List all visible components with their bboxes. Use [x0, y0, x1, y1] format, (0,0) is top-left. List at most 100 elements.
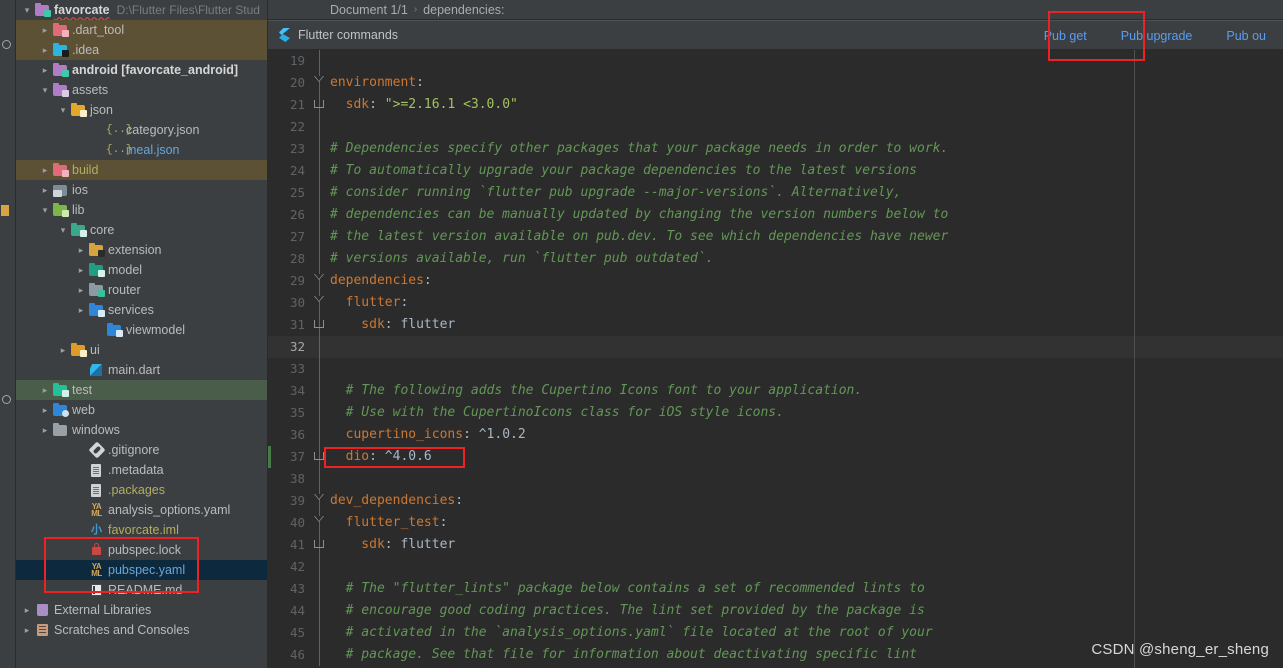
code-line-30[interactable]: 30 flutter:: [268, 292, 1283, 314]
fold-gutter[interactable]: [312, 72, 328, 94]
code-text[interactable]: [328, 358, 1283, 380]
code-line-39[interactable]: 39 dev_dependencies:: [268, 490, 1283, 512]
tree-item-gitignore[interactable]: .gitignore: [16, 440, 267, 460]
chevron-right-icon[interactable]: ▸: [74, 305, 88, 315]
code-text[interactable]: # versions available, run `flutter pub o…: [328, 248, 1283, 270]
code-line-19[interactable]: 19: [268, 50, 1283, 72]
left-tool-strip[interactable]: Structure Resource Manager: [0, 0, 16, 668]
pub-action-pub-upgrade[interactable]: Pub upgrade: [1104, 21, 1210, 51]
pub-action-links[interactable]: Pub get Pub upgrade Pub ou: [1027, 21, 1283, 51]
code-line-23[interactable]: 23 # Dependencies specify other packages …: [268, 138, 1283, 160]
code-line-25[interactable]: 25 # consider running `flutter pub upgrad…: [268, 182, 1283, 204]
code-text[interactable]: dio: ^4.0.6: [328, 446, 1283, 468]
tree-item-category-json[interactable]: {..} category.json: [16, 120, 267, 140]
tree-item-web[interactable]: ▸ web: [16, 400, 267, 420]
code-line-35[interactable]: 35 # Use with the CupertinoIcons class f…: [268, 402, 1283, 424]
code-text[interactable]: # To automatically upgrade your package …: [328, 160, 1283, 182]
fold-gutter[interactable]: [312, 336, 328, 358]
chevron-right-icon[interactable]: ▸: [38, 165, 52, 175]
fold-gutter[interactable]: [312, 314, 328, 336]
tree-item-analysis-options-yaml[interactable]: YA ML analysis_options.yaml: [16, 500, 267, 520]
fold-gutter[interactable]: [312, 270, 328, 292]
fold-gutter[interactable]: [312, 380, 328, 402]
tree-item-model[interactable]: ▸ model: [16, 260, 267, 280]
fold-collapse-icon[interactable]: [314, 274, 324, 280]
pub-action-pub-ou[interactable]: Pub ou: [1209, 21, 1283, 51]
code-line-41[interactable]: 41 sdk: flutter: [268, 534, 1283, 556]
fold-gutter[interactable]: [312, 94, 328, 116]
fold-collapse-icon[interactable]: [314, 296, 324, 302]
fold-gutter[interactable]: [312, 160, 328, 182]
favorites-icon[interactable]: [1, 205, 9, 216]
breadcrumb-document[interactable]: Document 1/1: [330, 3, 408, 17]
code-text[interactable]: sdk: flutter: [328, 314, 1283, 336]
chevron-right-icon[interactable]: ▸: [74, 245, 88, 255]
code-text[interactable]: dev_dependencies:: [328, 490, 1283, 512]
fold-gutter[interactable]: [312, 600, 328, 622]
tree-item-idea[interactable]: ▸ .idea: [16, 40, 267, 60]
fold-end-icon[interactable]: [314, 540, 324, 548]
chevron-down-icon[interactable]: ▾: [56, 105, 70, 115]
code-line-24[interactable]: 24 # To automatically upgrade your packag…: [268, 160, 1283, 182]
code-line-27[interactable]: 27 # the latest version available on pub.…: [268, 226, 1283, 248]
tree-item-dart-tool[interactable]: ▸ .dart_tool: [16, 20, 267, 40]
code-text[interactable]: # Use with the CupertinoIcons class for …: [328, 402, 1283, 424]
fold-gutter[interactable]: [312, 358, 328, 380]
chevron-right-icon[interactable]: ▸: [38, 405, 52, 415]
chevron-right-icon[interactable]: ▸: [38, 25, 52, 35]
tree-item-viewmodel[interactable]: viewmodel: [16, 320, 267, 340]
tree-item-ios[interactable]: ▸ ios: [16, 180, 267, 200]
fold-gutter[interactable]: [312, 292, 328, 314]
code-line-40[interactable]: 40 flutter_test:: [268, 512, 1283, 534]
breadcrumb-node[interactable]: dependencies:: [423, 3, 504, 17]
fold-collapse-icon[interactable]: [314, 494, 324, 500]
fold-gutter[interactable]: [312, 248, 328, 270]
code-text[interactable]: dependencies:: [328, 270, 1283, 292]
tree-item-lib[interactable]: ▾ lib: [16, 200, 267, 220]
fold-end-icon[interactable]: [314, 320, 324, 328]
project-tree-panel[interactable]: ▾ favorcate D:\Flutter Files\Flutter Stud ▸…: [16, 0, 268, 668]
code-line-22[interactable]: 22: [268, 116, 1283, 138]
code-line-26[interactable]: 26 # dependencies can be manually updated…: [268, 204, 1283, 226]
fold-collapse-icon[interactable]: [314, 76, 324, 82]
tree-item-json[interactable]: ▾ json: [16, 100, 267, 120]
tree-item-scratches-and-consoles[interactable]: ▸ Scratches and Consoles: [16, 620, 267, 640]
chevron-right-icon[interactable]: ▸: [74, 285, 88, 295]
code-text[interactable]: [328, 116, 1283, 138]
chevron-down-icon[interactable]: ▾: [20, 5, 34, 15]
tree-item-favorcate-iml[interactable]: 小 favorcate.iml: [16, 520, 267, 540]
code-text[interactable]: # The following adds the Cupertino Icons…: [328, 380, 1283, 402]
code-text[interactable]: [328, 468, 1283, 490]
pub-action-pub-get[interactable]: Pub get: [1027, 21, 1104, 51]
chevron-right-icon[interactable]: ▸: [20, 625, 34, 635]
tree-item-router[interactable]: ▸ router: [16, 280, 267, 300]
chevron-right-icon[interactable]: ▸: [20, 605, 34, 615]
fold-gutter[interactable]: [312, 644, 328, 666]
fold-end-icon[interactable]: [314, 100, 324, 108]
code-text[interactable]: [328, 556, 1283, 578]
tree-item-metadata[interactable]: .metadata: [16, 460, 267, 480]
chevron-down-icon[interactable]: ▾: [56, 225, 70, 235]
tree-item-ui[interactable]: ▸ ui: [16, 340, 267, 360]
chevron-right-icon[interactable]: ▸: [38, 185, 52, 195]
code-text[interactable]: # Dependencies specify other packages th…: [328, 138, 1283, 160]
code-line-34[interactable]: 34 # The following adds the Cupertino Ic…: [268, 380, 1283, 402]
tree-item-readme-md[interactable]: README.md: [16, 580, 267, 600]
code-line-38[interactable]: 38: [268, 468, 1283, 490]
chevron-right-icon[interactable]: ▸: [38, 385, 52, 395]
fold-gutter[interactable]: [312, 182, 328, 204]
fold-gutter[interactable]: [312, 138, 328, 160]
tree-item-assets[interactable]: ▾ assets: [16, 80, 267, 100]
code-text[interactable]: sdk: flutter: [328, 534, 1283, 556]
code-text[interactable]: [328, 336, 1283, 358]
code-line-37[interactable]: 37 dio: ^4.0.6: [268, 446, 1283, 468]
code-text[interactable]: # encourage good coding practices. The l…: [328, 600, 1283, 622]
code-line-36[interactable]: 36 cupertino_icons: ^1.0.2: [268, 424, 1283, 446]
tree-item-services[interactable]: ▸ services: [16, 300, 267, 320]
code-line-32[interactable]: 32: [268, 336, 1283, 358]
fold-gutter[interactable]: [312, 424, 328, 446]
code-text[interactable]: flutter:: [328, 292, 1283, 314]
tree-item-meal-json[interactable]: {..} meal.json: [16, 140, 267, 160]
code-editor[interactable]: 19 20 environment: 21 sdk: ">=2.16.1 <3.0.0…: [268, 50, 1283, 668]
code-text[interactable]: # consider running `flutter pub upgrade …: [328, 182, 1283, 204]
